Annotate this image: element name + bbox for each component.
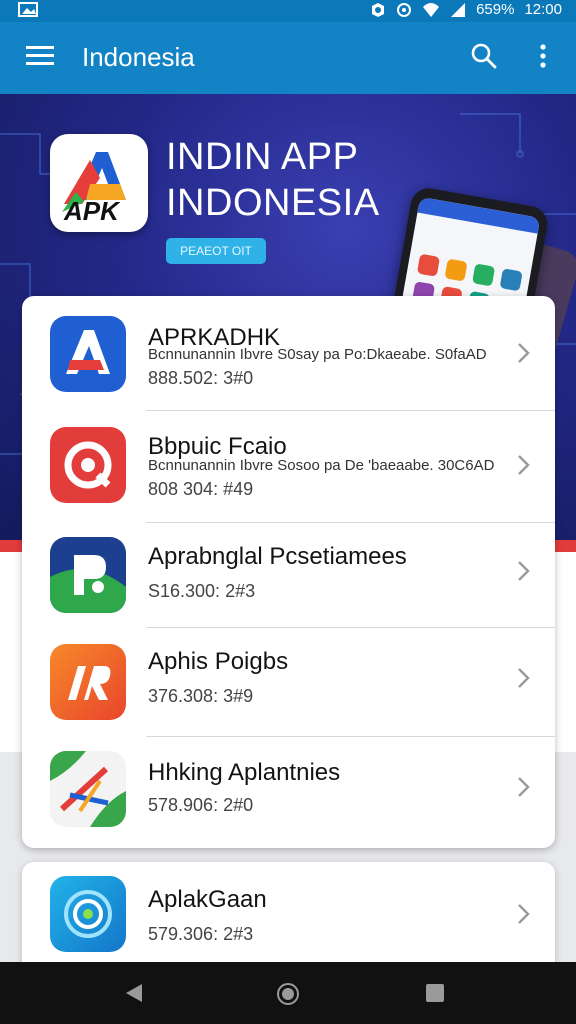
app-subtitle: Bcnnunannin Ibvre S0say pa Po:Dkaeabe. S… bbox=[148, 346, 487, 363]
clock: 12:00 bbox=[524, 1, 562, 18]
home-circle-icon[interactable] bbox=[276, 982, 300, 1006]
battery-text: 659% bbox=[476, 1, 515, 18]
chevron-right-icon bbox=[518, 904, 530, 924]
chevron-right-icon bbox=[518, 777, 530, 797]
more-vert-icon[interactable] bbox=[532, 42, 554, 72]
ir-logo-icon bbox=[50, 644, 126, 720]
banner-title-line1: INDIN APP bbox=[166, 136, 359, 178]
back-triangle-icon[interactable] bbox=[124, 982, 144, 1004]
app-meta: 888.502: 3#0 bbox=[148, 368, 254, 388]
app-name: Aphis Poigbs bbox=[148, 648, 289, 675]
chevron-right-icon bbox=[518, 561, 530, 581]
notification-icon bbox=[372, 2, 385, 17]
recents-square-icon[interactable] bbox=[426, 984, 444, 1002]
app-list-card: APRKADHK Bcnnunannin Ibvre S0say pa Po:D… bbox=[22, 296, 555, 848]
page-title: Indonesia bbox=[82, 42, 195, 72]
chevron-right-icon bbox=[518, 343, 530, 363]
app-name: AplakGaan bbox=[148, 886, 267, 913]
app-name: Aprabnglal Pcsetiamees bbox=[148, 543, 407, 570]
chevron-right-icon bbox=[518, 668, 530, 688]
app-name: Hhking Aplantnies bbox=[148, 759, 341, 786]
app-list-card-2: AplakGaan 579.306: 2#3 bbox=[22, 862, 555, 972]
settings-icon bbox=[397, 2, 412, 17]
system-nav-bar bbox=[0, 962, 576, 1024]
gallery-icon bbox=[18, 2, 44, 22]
signal-icon bbox=[451, 2, 466, 17]
apk-a-icon bbox=[50, 316, 126, 392]
list-item[interactable]: Hhking Aplantnies 578.906: 2#0 bbox=[22, 737, 555, 848]
swirl-icon bbox=[50, 876, 126, 952]
list-item[interactable]: Aphis Poigbs 376.308: 3#9 bbox=[22, 628, 555, 736]
status-bar: 659% 12:00 bbox=[0, 0, 576, 22]
banner-title: INDIN APP INDONESIA bbox=[166, 134, 380, 226]
app-meta: 578.906: 2#0 bbox=[148, 795, 254, 815]
list-item[interactable]: AplakGaan 579.306: 2#3 bbox=[22, 862, 555, 972]
status-icons: 659% 12:00 bbox=[370, 1, 562, 18]
search-icon[interactable] bbox=[470, 42, 498, 70]
chevron-right-icon bbox=[518, 455, 530, 475]
banner-button[interactable]: PEAEOT OIT bbox=[166, 238, 266, 264]
list-item[interactable]: APRKADHK Bcnnunannin Ibvre S0say pa Po:D… bbox=[22, 296, 555, 410]
target-q-icon bbox=[50, 427, 126, 503]
apk-logo: APK bbox=[50, 134, 148, 232]
list-item[interactable]: Bbpuic Fcaio Bcnnunannin Ibvre Sosoo pa … bbox=[22, 411, 555, 522]
tools-icon bbox=[50, 751, 126, 827]
app-meta: 579.306: 2#3 bbox=[148, 924, 254, 944]
hamburger-menu-icon[interactable] bbox=[26, 42, 54, 70]
app-meta: 376.308: 3#9 bbox=[148, 686, 254, 706]
app-bar: Indonesia bbox=[0, 22, 576, 94]
logo-text: APK bbox=[64, 196, 119, 226]
p-leaf-icon bbox=[50, 537, 126, 613]
app-subtitle: Bcnnunannin Ibvre Sosoo pa De 'baeaabe. … bbox=[148, 457, 495, 474]
banner-title-line2: INDONESIA bbox=[166, 182, 380, 224]
list-item[interactable]: Aprabnglal Pcsetiamees S16.300: 2#3 bbox=[22, 523, 555, 627]
app-meta: 808 304: #49 bbox=[148, 479, 254, 499]
app-meta: S16.300: 2#3 bbox=[148, 581, 256, 601]
wifi-icon bbox=[423, 2, 440, 17]
